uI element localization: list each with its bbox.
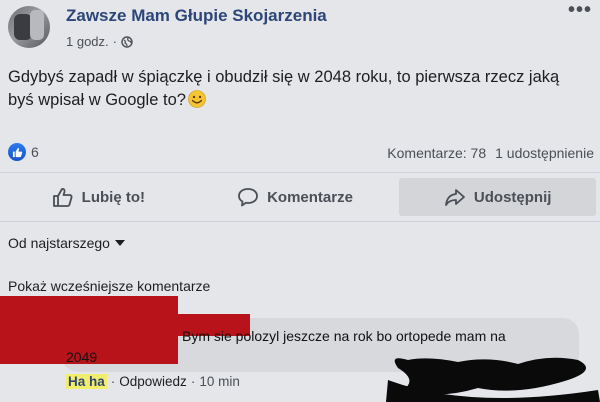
post-text: Gdybyś zapadł w śpiączkę i obudził się w… <box>8 66 593 112</box>
comment-text-line2: 2049 <box>66 349 98 365</box>
divider <box>0 221 600 222</box>
page-name-link[interactable]: Zawsze Mam Głupie Skojarzenia <box>66 6 327 26</box>
thumbs-up-icon <box>52 188 73 207</box>
post-meta: 1 godz. · <box>66 34 133 49</box>
avatar-figure-light <box>30 10 44 40</box>
like-button-label: Lubię to! <box>81 188 145 206</box>
comment-sort-dropdown[interactable]: Od najstarszego <box>8 235 125 251</box>
comment-text-line1: Bym sie polozyl jeszcze na rok bo ortope… <box>182 328 506 344</box>
caret-down-icon <box>114 240 125 246</box>
reactions-summary[interactable]: 6 <box>8 143 39 161</box>
post-time[interactable]: 1 godz. <box>66 34 109 49</box>
share-arrow-icon <box>445 189 465 206</box>
comment-button[interactable]: Komentarze <box>197 174 394 220</box>
smile-emoji-icon <box>188 90 206 108</box>
comments-count[interactable]: Komentarze: 78 <box>387 145 486 161</box>
post-text-line1: Gdybyś zapadł w śpiączkę i obudził się w… <box>8 68 560 86</box>
show-previous-comments-link[interactable]: Pokaż wcześniejsze komentarze <box>8 278 210 294</box>
share-button[interactable]: Udostępnij <box>399 178 597 216</box>
post-text-line2: byś wpisał w Google to? <box>8 91 186 109</box>
like-button[interactable]: Lubię to! <box>0 174 197 220</box>
post-counts: Komentarze: 78 1 udostępnienie <box>387 145 594 161</box>
reply-link[interactable]: Odpowiedz <box>119 374 187 389</box>
more-options-icon[interactable]: ••• <box>568 0 592 20</box>
share-button-label: Udostępnij <box>473 188 552 206</box>
post-text-line2-wrap: byś wpisał w Google to? <box>8 89 593 112</box>
haha-reaction-link[interactable]: Ha ha <box>66 374 107 389</box>
reaction-count: 6 <box>31 144 39 160</box>
meta-separator: · <box>190 374 196 389</box>
comment-button-label: Komentarze <box>267 188 353 206</box>
post-actions: Lubię to! Komentarze Udostępnij <box>0 174 600 220</box>
like-reaction-icon <box>8 143 26 161</box>
scribble-redaction <box>268 357 600 402</box>
meta-separator: · <box>110 374 116 389</box>
shares-count[interactable]: 1 udostępnienie <box>495 145 594 161</box>
comment-meta: Ha ha · Odpowiedz · 10 min <box>66 374 240 389</box>
meta-separator: · <box>112 34 117 49</box>
page-avatar[interactable] <box>8 6 50 48</box>
divider <box>0 172 600 173</box>
sort-label: Od najstarszego <box>8 235 110 251</box>
comment-time[interactable]: 10 min <box>199 374 240 389</box>
globe-icon <box>121 35 133 48</box>
comment-bubble-icon <box>238 188 258 207</box>
